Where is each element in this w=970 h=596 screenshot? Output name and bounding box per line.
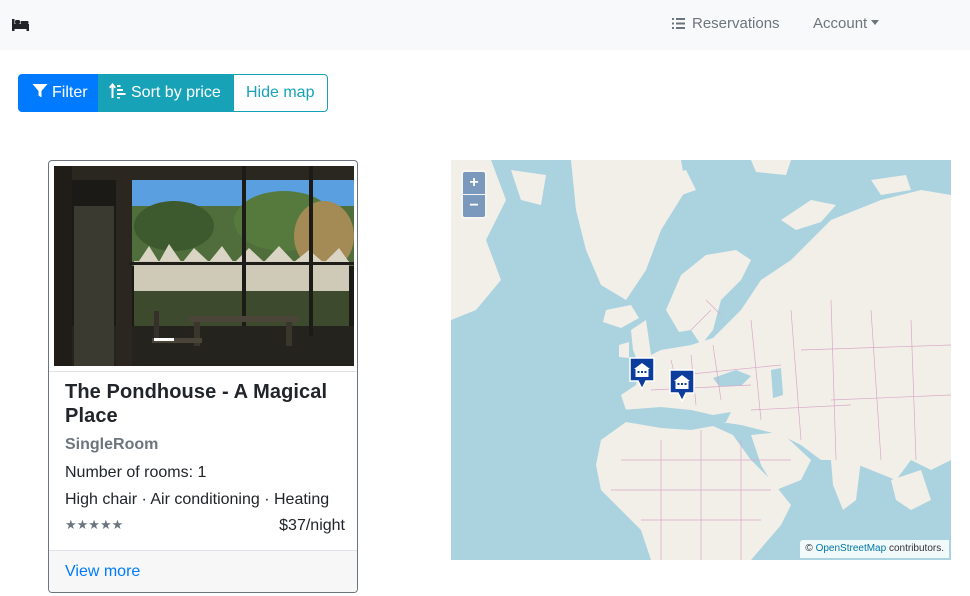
hide-map-button-label: Hide map — [246, 84, 315, 101]
listing-card-body: The Pondhouse - A Magical Place SingleRo… — [65, 380, 345, 537]
zoom-out-button[interactable]: − — [463, 195, 485, 217]
toolbar-button-group: Filter Sort by price Hide map — [18, 74, 328, 112]
listing-photo[interactable] — [54, 166, 354, 366]
attribution-copyright: © — [805, 543, 813, 554]
listing-meta-row: ★★★★★ $37/night — [65, 517, 345, 537]
openstreetmap-link[interactable]: OpenStreetMap — [816, 543, 887, 554]
nav-account-dropdown[interactable]: Account — [813, 14, 880, 34]
nav-reservations-label: Reservations — [692, 15, 780, 32]
filter-button-label: Filter — [52, 84, 88, 101]
map[interactable]: + − © OpenStreetMap contributors. — [451, 160, 951, 560]
listing-card: The Pondhouse - A Magical Place SingleRo… — [48, 160, 358, 593]
hotel-marker-icon[interactable] — [669, 369, 695, 403]
nav-reservations[interactable]: Reservations — [672, 14, 780, 34]
world-map-tiles — [451, 160, 951, 560]
filter-button[interactable]: Filter — [18, 74, 98, 112]
listing-title: The Pondhouse - A Magical Place — [65, 381, 328, 427]
map-attribution: © OpenStreetMap contributors. — [800, 540, 949, 558]
filter-icon — [32, 84, 48, 98]
sort-button-label: Sort by price — [131, 84, 221, 101]
listing-rooms: Number of rooms: 1 — [65, 464, 207, 481]
map-zoom-control: + − — [461, 170, 487, 219]
attribution-suffix: contributors. — [888, 543, 944, 554]
listing-card-footer: View more — [49, 550, 357, 592]
listing-room-type: SingleRoom — [65, 436, 159, 453]
zoom-in-button[interactable]: + — [463, 172, 485, 194]
list-icon — [672, 18, 685, 29]
nav-account-label: Account — [813, 15, 868, 32]
view-more-link[interactable]: View more — [65, 563, 140, 581]
caret-down-icon — [871, 20, 880, 25]
listing-amenities: High chair · Air conditioning · Heating — [65, 491, 330, 508]
hotel-marker-icon[interactable] — [629, 357, 655, 391]
sort-amount-icon — [109, 83, 126, 99]
listing-price: $37/night — [279, 517, 345, 534]
sort-by-price-button[interactable]: Sort by price — [98, 74, 233, 112]
listing-image-frame — [49, 161, 357, 372]
bed-icon[interactable] — [11, 16, 30, 32]
navbar: Reservations Account — [0, 0, 970, 50]
hide-map-button[interactable]: Hide map — [233, 74, 328, 112]
rating-stars: ★★★★★ — [65, 517, 124, 532]
